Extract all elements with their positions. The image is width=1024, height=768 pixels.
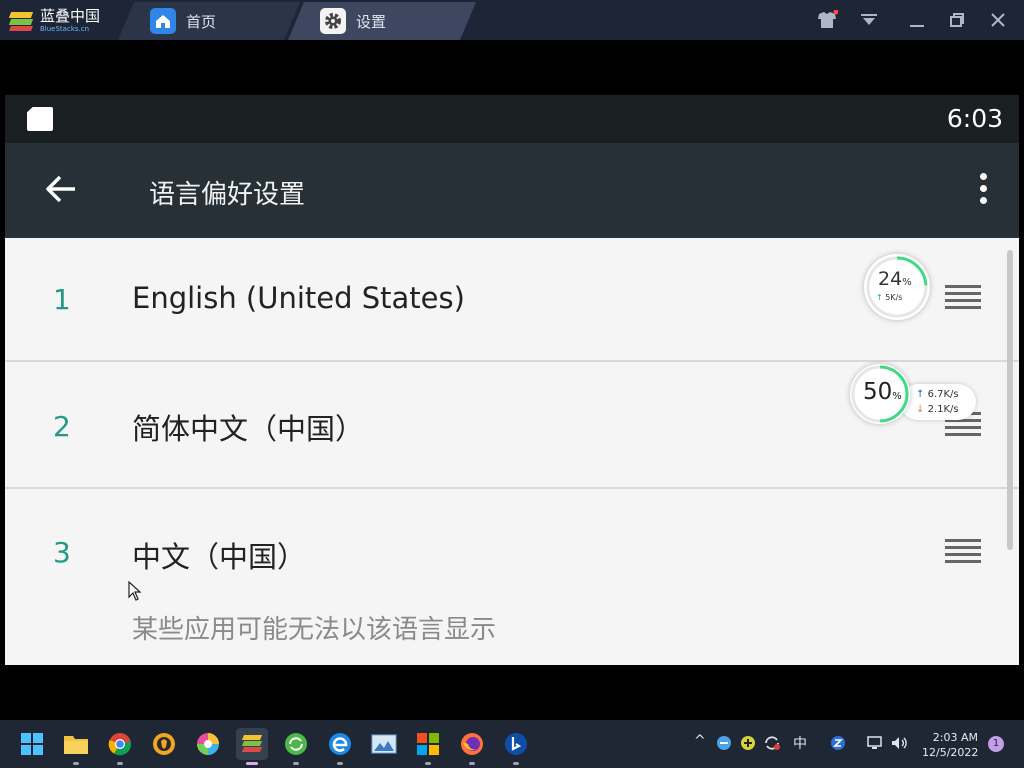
drag-handle-icon[interactable]	[945, 539, 981, 565]
language-name: English (United States)	[132, 281, 465, 315]
bluestacks-logo-icon	[8, 10, 34, 32]
file-explorer-icon[interactable]	[60, 728, 92, 765]
dropdown-menu-icon[interactable]	[856, 8, 882, 32]
android-bottom-margin	[5, 665, 1019, 715]
tray-plus-icon[interactable]	[740, 735, 756, 755]
mouse-cursor-icon	[128, 580, 142, 601]
chrome-icon[interactable]	[104, 728, 136, 765]
language-rank: 3	[53, 536, 71, 569]
language-name: 中文（中国）	[132, 540, 307, 574]
gauge-speed: ↑ 5K/s	[876, 293, 903, 302]
tray-input-method-icon[interactable]	[830, 735, 846, 755]
windows-start-icon[interactable]	[16, 728, 48, 760]
back-arrow-icon[interactable]	[43, 171, 79, 207]
download-speed: ↓ 2.1K/s	[916, 404, 959, 415]
network-icon[interactable]	[866, 735, 884, 755]
app-bar: 语言偏好设置	[5, 143, 1019, 238]
ime-indicator[interactable]: 中	[793, 733, 807, 753]
language-rank: 1	[53, 283, 71, 316]
gauge-circle: 50%	[850, 364, 910, 424]
brand-name: 蓝叠中国	[40, 7, 101, 25]
language-name: 简体中文（中国）	[132, 412, 365, 446]
minimize-icon[interactable]	[904, 8, 930, 32]
brand-subtitle: BlueStacks.cn	[40, 25, 90, 33]
photos-app-icon[interactable]	[368, 728, 400, 760]
gear-icon	[320, 8, 346, 34]
gauge-value: 50%	[863, 379, 902, 405]
gauge-value: 24%	[878, 268, 912, 290]
network-speed-panel: ↑ 6.7K/s ↓ 2.1K/s	[900, 384, 976, 420]
windows-taskbar: ^ 中	[0, 720, 1024, 768]
tab-home-label: 首页	[186, 12, 217, 31]
store-app-icon[interactable]	[412, 728, 444, 765]
notification-badge[interactable]: 1	[988, 736, 1004, 752]
system-clock[interactable]: 2:03 AM 12/5/2022	[922, 730, 978, 760]
android-statusbar: 6:03	[5, 95, 1019, 143]
tab-home[interactable]: 首页	[118, 2, 300, 40]
android-clock: 6:03	[946, 104, 1003, 133]
bing-app-icon[interactable]	[500, 728, 532, 765]
volume-icon[interactable]	[890, 735, 910, 755]
android-top-margin	[5, 40, 1019, 95]
color-app-icon[interactable]	[192, 728, 224, 760]
tray-chevron-up-icon[interactable]: ^	[694, 733, 706, 749]
tray-app-icon[interactable]	[716, 735, 732, 755]
bluestacks-taskbar-icon[interactable]	[236, 728, 268, 765]
sync-app-icon[interactable]	[280, 728, 312, 765]
restore-icon[interactable]	[944, 8, 970, 32]
firefox-icon[interactable]	[456, 728, 488, 765]
network-gauge-widget[interactable]: ↑ 6.7K/s ↓ 2.1K/s 50%	[850, 364, 978, 424]
list-scrollbar[interactable]	[1007, 250, 1013, 550]
edge-browser-icon[interactable]	[324, 728, 356, 765]
memory-gauge-widget[interactable]: 24% ↑ 5K/s	[864, 254, 930, 320]
language-rank: 2	[53, 410, 71, 443]
brave-browser-icon[interactable]	[148, 728, 180, 760]
more-options-icon[interactable]	[977, 171, 989, 207]
sd-card-icon	[27, 107, 53, 131]
tray-sync-icon[interactable]	[763, 734, 781, 756]
upload-speed: ↑ 6.7K/s	[916, 389, 959, 400]
close-icon[interactable]	[985, 8, 1011, 32]
page-title: 语言偏好设置	[149, 180, 306, 210]
system-time: 2:03 AM	[932, 731, 978, 744]
language-row-3[interactable]: 3 中文（中国） 某些应用可能无法以该语言显示	[5, 489, 1019, 665]
bluestacks-titlebar: 蓝叠中国 BlueStacks.cn 首页 设置	[0, 0, 1024, 40]
home-icon	[150, 8, 176, 34]
system-date: 12/5/2022	[922, 746, 979, 759]
language-note: 某些应用可能无法以该语言显示	[132, 615, 497, 645]
drag-handle-icon[interactable]	[945, 285, 981, 311]
gift-icon[interactable]	[814, 8, 840, 32]
tab-settings-label: 设置	[356, 12, 387, 31]
tab-settings[interactable]: 设置	[288, 2, 476, 40]
brand-logo: 蓝叠中国 BlueStacks.cn	[8, 6, 118, 36]
